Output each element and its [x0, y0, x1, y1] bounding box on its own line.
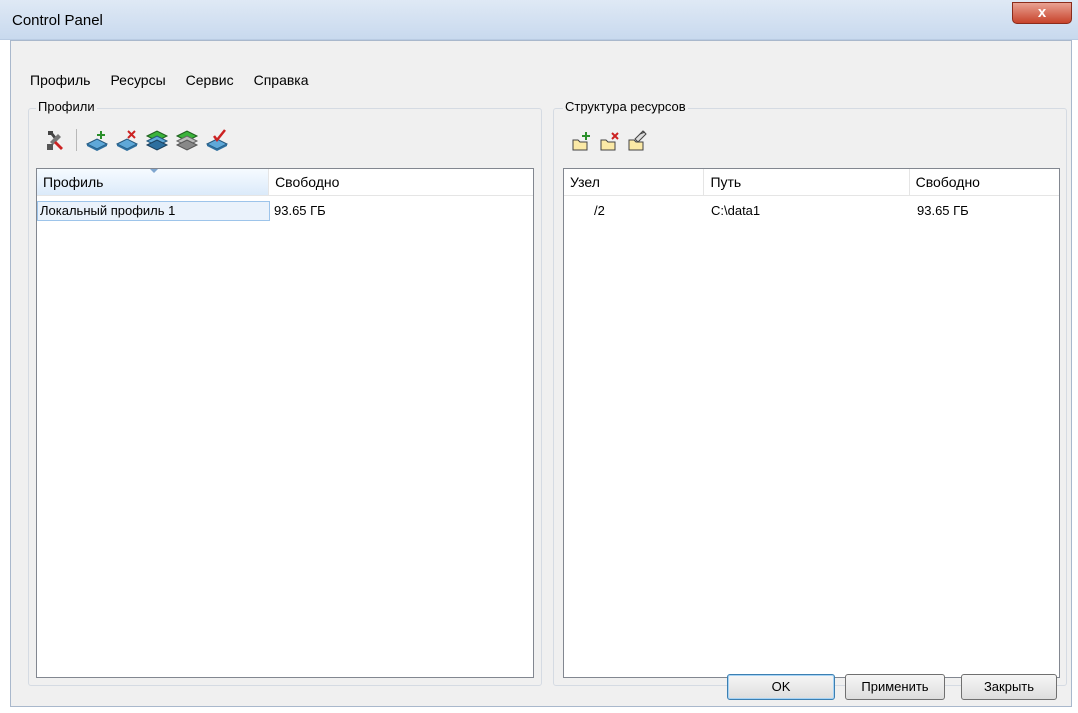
- add-folder-icon[interactable]: [570, 129, 594, 153]
- column-header-profile[interactable]: Профиль: [37, 169, 270, 195]
- column-header-free[interactable]: Свободно: [910, 169, 1059, 195]
- ok-button[interactable]: OK: [727, 674, 835, 700]
- apply-profile-icon[interactable]: [205, 128, 229, 152]
- resources-list-header: Узел Путь Свободно: [564, 169, 1059, 196]
- profiles-toolbar: [44, 128, 229, 152]
- edit-folder-icon[interactable]: [626, 129, 650, 153]
- close-icon: x: [1037, 4, 1047, 21]
- menu-profile[interactable]: Профиль: [30, 72, 90, 92]
- title-bar[interactable]: Control Panel x: [0, 0, 1078, 40]
- resource-free-cell: 93.65 ГБ: [917, 203, 969, 218]
- menu-bar: Профиль Ресурсы Сервис Справка: [30, 72, 309, 92]
- profile-name-cell[interactable]: Локальный профиль 1: [37, 201, 270, 221]
- resource-node-cell: /2: [594, 203, 605, 218]
- toolbar-separator: [76, 129, 77, 151]
- menu-resources[interactable]: Ресурсы: [110, 72, 165, 92]
- column-header-path[interactable]: Путь: [704, 169, 910, 195]
- apply-button[interactable]: Применить: [845, 674, 945, 700]
- column-header-free[interactable]: Свободно: [269, 169, 533, 195]
- resources-list[interactable]: Узел Путь Свободно /2 C:\data1 93.65 ГБ: [563, 168, 1060, 678]
- close-window-button[interactable]: x: [1012, 2, 1072, 24]
- column-header-node[interactable]: Узел: [564, 169, 705, 195]
- profiles-list-header: Профиль Свободно: [37, 169, 533, 196]
- profiles-group-label: Профили: [36, 99, 97, 114]
- sort-arrow-icon: [149, 169, 159, 173]
- table-row[interactable]: /2 C:\data1 93.65 ГБ: [564, 201, 1051, 221]
- profile-gray-icon[interactable]: [175, 128, 199, 152]
- window-title: Control Panel: [12, 12, 103, 29]
- profile-green-icon[interactable]: [145, 128, 169, 152]
- menu-service[interactable]: Сервис: [186, 72, 234, 92]
- menu-help[interactable]: Справка: [254, 72, 309, 92]
- profiles-list[interactable]: Профиль Свободно Локальный профиль 1 93.…: [36, 168, 534, 678]
- resource-path-cell: C:\data1: [711, 203, 761, 218]
- delete-folder-icon[interactable]: [598, 129, 622, 153]
- control-panel-window: Control Panel x Профиль Ресурсы Сервис С…: [0, 0, 1078, 713]
- table-row[interactable]: Локальный профиль 1 93.65 ГБ: [37, 201, 470, 221]
- add-profile-icon[interactable]: [85, 128, 109, 152]
- close-button[interactable]: Закрыть: [961, 674, 1057, 700]
- resources-toolbar: [570, 129, 650, 153]
- resources-group-label: Структура ресурсов: [563, 99, 688, 114]
- tools-icon[interactable]: [44, 128, 68, 152]
- profile-free-cell: 93.65 ГБ: [274, 203, 326, 218]
- delete-profile-icon[interactable]: [115, 128, 139, 152]
